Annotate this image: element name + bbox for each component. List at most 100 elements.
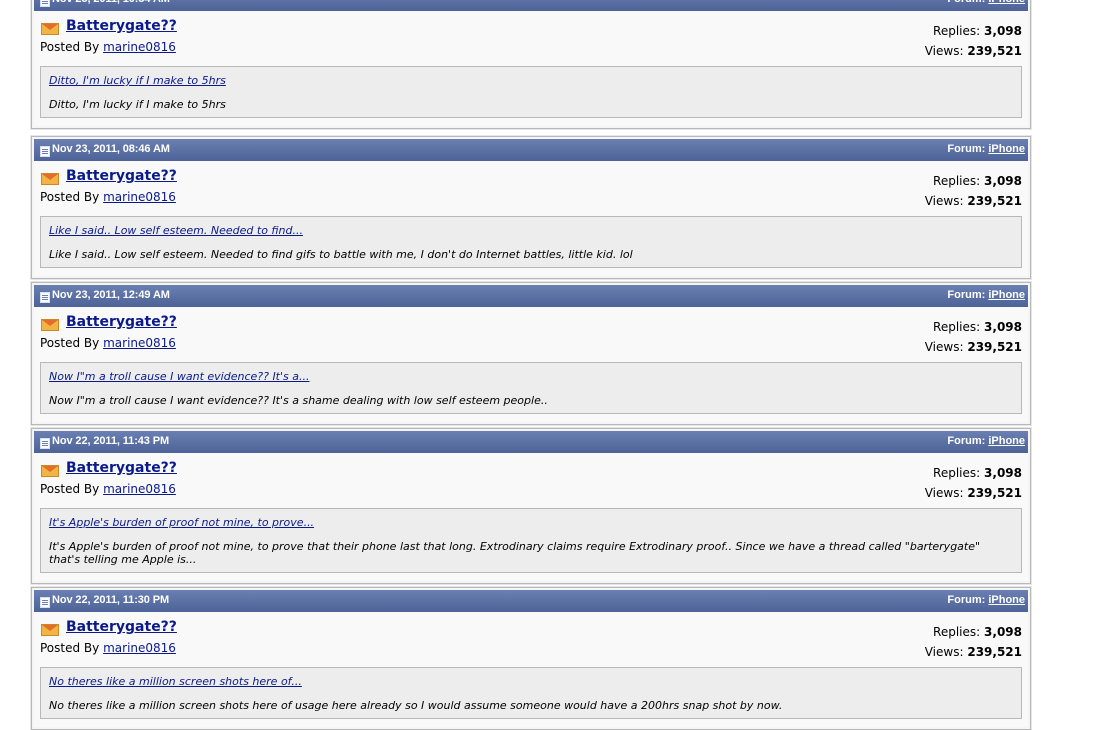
views-stat: Views: 239,521 (925, 191, 1022, 211)
posted-by: Posted By marine0816 (40, 190, 176, 204)
forum-prefix: Forum: (947, 143, 986, 155)
replies-count: 3,098 (984, 174, 1022, 188)
replies-label: Replies: (933, 466, 981, 480)
post-snippet-link[interactable]: Ditto, I'm lucky if I make to 5hrs (49, 74, 1013, 87)
posted-by-label: Posted By (40, 641, 100, 655)
replies-stat: Replies: 3,098 (925, 463, 1022, 483)
post-result: Nov 22, 2011, 11:43 PM Forum: iPhone Bat… (31, 428, 1031, 584)
post-body: Batterygate?? Posted By marine0816 Repli… (34, 11, 1028, 126)
forum-link[interactable]: iPhone (988, 143, 1025, 155)
views-label: Views: (924, 340, 964, 354)
post-icon (40, 597, 50, 608)
envelope-icon (41, 173, 59, 185)
post-body: Batterygate?? Posted By marine0816 Repli… (34, 161, 1028, 276)
replies-count: 3,098 (984, 625, 1022, 639)
replies-label: Replies: (933, 625, 981, 639)
replies-stat: Replies: 3,098 (925, 21, 1022, 41)
thread-title-link[interactable]: Batterygate?? (66, 619, 177, 635)
post-result: Nov 25, 2011, 10:54 AM Forum: iPhone Bat… (31, 0, 1031, 129)
views-count: 239,521 (967, 194, 1022, 208)
replies-stat: Replies: 3,098 (925, 317, 1022, 337)
post-result: Nov 23, 2011, 12:49 AM Forum: iPhone Bat… (31, 282, 1031, 425)
views-label: Views: (924, 44, 964, 58)
replies-count: 3,098 (984, 24, 1022, 38)
envelope-icon (41, 465, 59, 477)
forum-link[interactable]: iPhone (988, 435, 1025, 447)
envelope-icon (41, 624, 59, 636)
forum-label: Forum: iPhone (947, 594, 1025, 606)
post-result: Nov 23, 2011, 08:46 AM Forum: iPhone Bat… (31, 136, 1031, 279)
post-header: Nov 22, 2011, 11:30 PM Forum: iPhone (34, 590, 1028, 612)
views-stat: Views: 239,521 (925, 337, 1022, 357)
forum-label: Forum: iPhone (947, 0, 1025, 5)
posted-by-label: Posted By (40, 40, 100, 54)
forum-link[interactable]: iPhone (988, 594, 1025, 606)
views-label: Views: (924, 645, 964, 659)
views-label: Views: (924, 486, 964, 500)
forum-prefix: Forum: (947, 594, 986, 606)
forum-label: Forum: iPhone (947, 143, 1025, 155)
post-snippet-text: No theres like a million screen shots he… (49, 699, 783, 712)
post-date: Nov 22, 2011, 11:43 PM (52, 435, 170, 447)
post-snippet-link[interactable]: Like I said.. Low self esteem. Needed to… (49, 224, 1013, 237)
views-count: 239,521 (967, 645, 1022, 659)
thread-stats: Replies: 3,098 Views: 239,521 (925, 317, 1022, 357)
views-label: Views: (924, 194, 964, 208)
post-snippet: Ditto, I'm lucky if I make to 5hrs Ditto… (40, 66, 1022, 118)
thread-title-link[interactable]: Batterygate?? (66, 168, 177, 184)
views-count: 239,521 (967, 44, 1022, 58)
post-snippet-link[interactable]: No theres like a million screen shots he… (49, 675, 1013, 688)
replies-stat: Replies: 3,098 (925, 171, 1022, 191)
author-link[interactable]: marine0816 (103, 40, 176, 54)
post-snippet-link[interactable]: It's Apple's burden of proof not mine, t… (49, 516, 1013, 529)
author-link[interactable]: marine0816 (103, 641, 176, 655)
post-snippet: No theres like a million screen shots he… (40, 667, 1022, 719)
author-link[interactable]: marine0816 (103, 190, 176, 204)
forum-prefix: Forum: (947, 289, 986, 301)
thread-title-link[interactable]: Batterygate?? (66, 460, 177, 476)
post-snippet-text: It's Apple's burden of proof not mine, t… (49, 540, 981, 566)
thread-stats: Replies: 3,098 Views: 239,521 (925, 171, 1022, 211)
forum-link[interactable]: iPhone (988, 0, 1025, 5)
thread-stats: Replies: 3,098 Views: 239,521 (925, 463, 1022, 503)
post-snippet: Now I"m a troll cause I want evidence?? … (40, 362, 1022, 414)
post-date: Nov 25, 2011, 10:54 AM (52, 0, 170, 5)
post-icon (40, 0, 50, 7)
forum-prefix: Forum: (947, 0, 985, 5)
views-stat: Views: 239,521 (925, 642, 1022, 662)
posted-by-label: Posted By (40, 482, 100, 496)
views-stat: Views: 239,521 (925, 41, 1022, 61)
thread-title-link[interactable]: Batterygate?? (66, 314, 177, 330)
forum-label: Forum: iPhone (947, 435, 1025, 447)
post-snippet-text: Like I said.. Low self esteem. Needed to… (49, 248, 633, 261)
forum-link[interactable]: iPhone (988, 289, 1025, 301)
thread-stats: Replies: 3,098 Views: 239,521 (925, 622, 1022, 662)
forum-prefix: Forum: (947, 435, 986, 447)
views-count: 239,521 (967, 340, 1022, 354)
post-body: Batterygate?? Posted By marine0816 Repli… (34, 307, 1028, 422)
post-icon (40, 438, 50, 449)
post-header: Nov 23, 2011, 12:49 AM Forum: iPhone (34, 285, 1028, 307)
post-header: Nov 25, 2011, 10:54 AM Forum: iPhone (34, 0, 1028, 11)
replies-count: 3,098 (984, 466, 1022, 480)
post-header: Nov 22, 2011, 11:43 PM Forum: iPhone (34, 431, 1028, 453)
post-snippet-text: Now I"m a troll cause I want evidence?? … (49, 394, 548, 407)
post-result: Nov 22, 2011, 11:30 PM Forum: iPhone Bat… (31, 587, 1031, 730)
post-icon (40, 146, 50, 157)
replies-label: Replies: (933, 174, 981, 188)
envelope-icon (41, 319, 59, 331)
post-icon (40, 292, 50, 303)
author-link[interactable]: marine0816 (103, 482, 176, 496)
posted-by-label: Posted By (40, 336, 100, 350)
post-snippet-text: Ditto, I'm lucky if I make to 5hrs (49, 98, 226, 111)
post-date: Nov 22, 2011, 11:30 PM (52, 594, 170, 606)
post-body: Batterygate?? Posted By marine0816 Repli… (34, 453, 1028, 581)
post-snippet-link[interactable]: Now I"m a troll cause I want evidence?? … (49, 370, 1013, 383)
thread-title-link[interactable]: Batterygate?? (66, 18, 177, 34)
author-link[interactable]: marine0816 (103, 336, 176, 350)
post-header: Nov 23, 2011, 08:46 AM Forum: iPhone (34, 139, 1028, 161)
posted-by: Posted By marine0816 (40, 641, 176, 655)
post-date: Nov 23, 2011, 08:46 AM (52, 143, 170, 155)
views-stat: Views: 239,521 (925, 483, 1022, 503)
forum-label: Forum: iPhone (947, 289, 1025, 301)
